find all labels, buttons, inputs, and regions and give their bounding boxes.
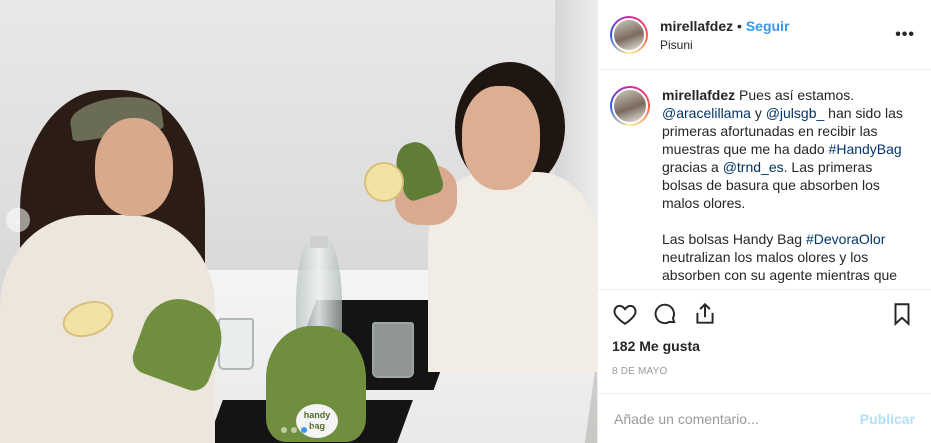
publish-button[interactable]: Publicar (860, 411, 915, 427)
left-person-face (95, 118, 173, 216)
carousel-dot[interactable] (310, 427, 317, 433)
carousel-dot[interactable] (280, 427, 287, 433)
post-date[interactable]: 8 DE MAYO (612, 366, 915, 377)
follow-button[interactable]: Seguir (746, 18, 790, 34)
post-details: mirellafdez • Seguir Pisuni ••• mirellaf… (597, 0, 931, 443)
comments-area: mirellafdez Pues así estamos. @aracelill… (598, 70, 931, 289)
caption-username[interactable]: mirellafdez (662, 87, 735, 103)
separator: • (737, 17, 742, 34)
hashtag-link[interactable]: #DevoraOlor (806, 231, 885, 247)
likes-count[interactable]: 182 Me gusta (612, 338, 915, 354)
comment-form: Publicar (598, 393, 931, 443)
caption-text-5: neutralizan los malos olores y los absor… (662, 249, 898, 283)
carousel-dots (0, 427, 597, 433)
location-link[interactable]: Pisuni (660, 38, 895, 52)
author-username[interactable]: mirellafdez (660, 18, 733, 34)
water-glass (372, 322, 414, 378)
caption-text: mirellafdez Pues así estamos. @aracelill… (662, 86, 915, 289)
water-glass (218, 318, 254, 370)
comment-icon[interactable] (652, 301, 692, 330)
post-header: mirellafdez • Seguir Pisuni ••• (598, 0, 931, 70)
caption-avatar[interactable] (610, 86, 650, 126)
heart-icon[interactable] (612, 301, 652, 330)
caption-conj: y (754, 105, 762, 121)
hashtag-link[interactable]: #HandyBag (829, 141, 902, 157)
bottle-cap (310, 236, 328, 248)
product-tag (364, 162, 404, 202)
bookmark-icon[interactable] (889, 301, 915, 330)
post-actions: 182 Me gusta 8 DE MAYO (598, 289, 931, 393)
more-options-icon[interactable]: ••• (895, 26, 915, 44)
share-icon[interactable] (692, 301, 732, 330)
instagram-post: handy bag ‹ mirellafdez • Seguir Pisuni … (0, 0, 931, 443)
comment-input[interactable] (614, 410, 860, 427)
post-photo[interactable]: handy bag ‹ (0, 0, 597, 443)
caption: mirellafdez Pues así estamos. @aracelill… (610, 86, 915, 289)
carousel-dot-active[interactable] (300, 427, 307, 433)
caption-text-2: gracias a (662, 159, 719, 175)
carousel-dot[interactable] (290, 427, 297, 433)
right-person-face (462, 86, 540, 190)
caption-intro: Pues así estamos. (739, 87, 855, 103)
chevron-left-icon[interactable]: ‹ (6, 208, 30, 232)
mention-link[interactable]: @aracelillama (662, 105, 751, 121)
caption-text-4: Las bolsas Handy Bag (662, 231, 803, 247)
mention-link[interactable]: @trnd_es (723, 159, 784, 175)
mention-link[interactable]: @julsgb_ (766, 105, 825, 121)
author-avatar[interactable] (610, 15, 648, 54)
